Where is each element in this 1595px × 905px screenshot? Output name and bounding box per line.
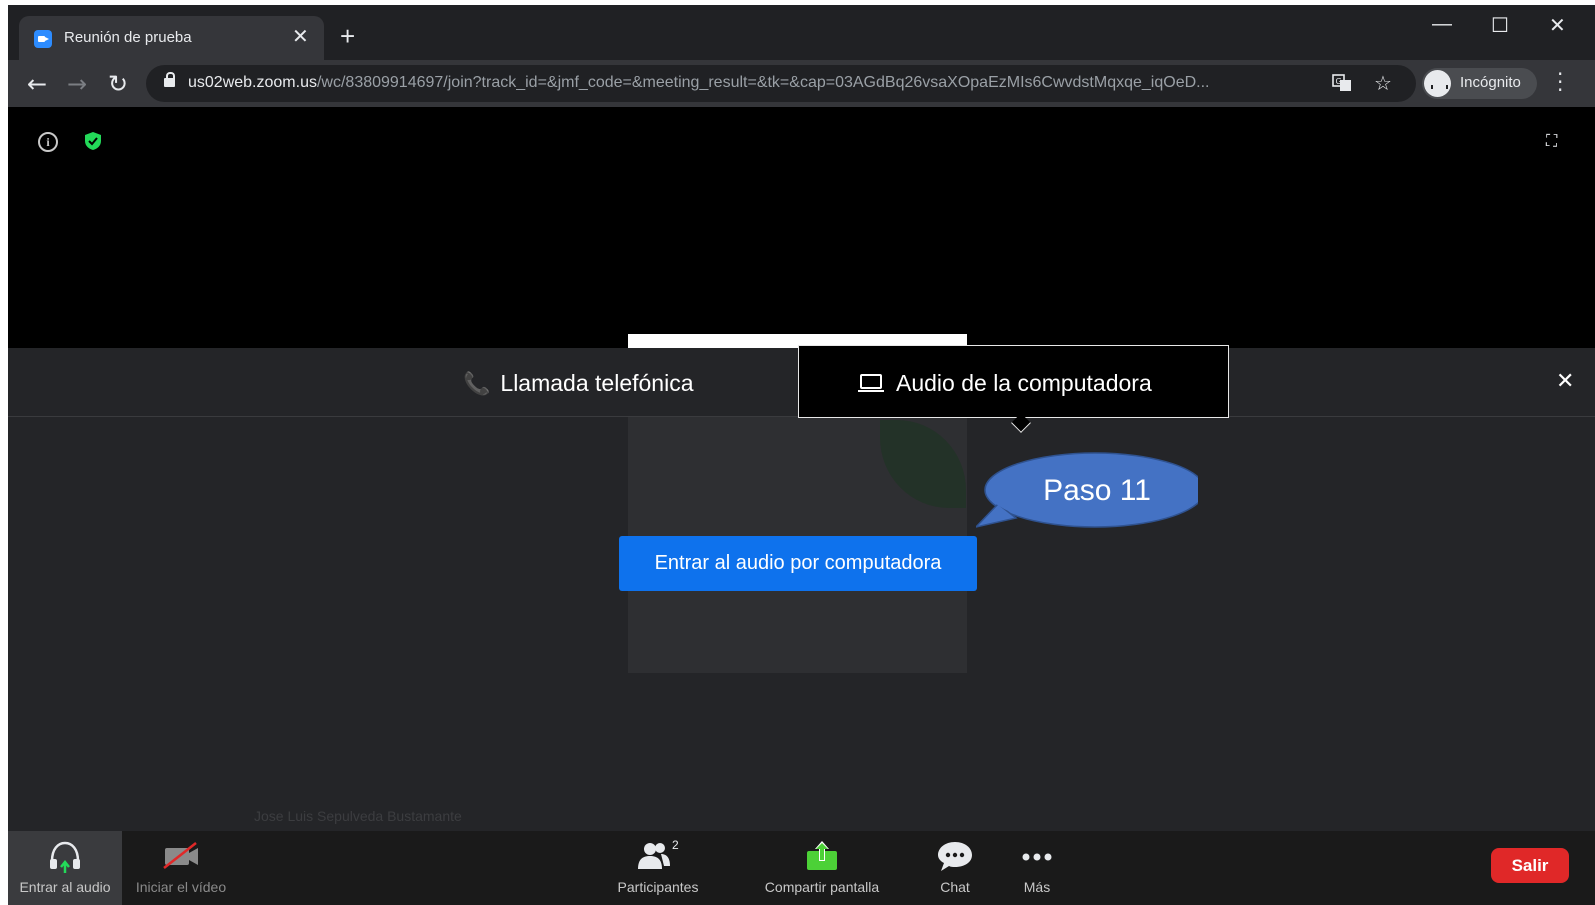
participants-icon: 2 — [633, 838, 683, 876]
more-label: Más — [1023, 879, 1051, 895]
start-video-label: Iniciar el vídeo — [135, 879, 227, 895]
tab-phone-label: Llamada telefónica — [500, 370, 694, 396]
join-audio-panel: 📞 Llamada telefónica Audio de la computad… — [8, 334, 1595, 905]
audio-options-tabs: 📞 Llamada telefónica Audio de la computad… — [8, 345, 1595, 433]
participants-label: Participantes — [617, 879, 699, 895]
tab-close-icon[interactable]: ✕ — [292, 25, 309, 49]
join-computer-audio-button[interactable]: Entrar al audio por computadora — [619, 536, 977, 591]
participants-button[interactable]: 2 Participantes — [606, 831, 710, 905]
browser-toolbar: ← → ↻ us02web.zoom.us/wc/83809914697/joi… — [8, 60, 1595, 107]
reload-icon[interactable]: ↻ — [103, 69, 133, 99]
share-screen-icon — [805, 839, 839, 876]
step-callout: Paso 11 — [976, 452, 1198, 530]
url-path: /wc/83809914697/join?track_id=&jmf_code=… — [316, 74, 1210, 91]
leave-button[interactable]: Salir — [1491, 848, 1569, 883]
tab-computer-label: Audio de la computadora — [896, 370, 1152, 396]
participants-count: 2 — [672, 839, 679, 852]
info-icon[interactable]: i — [38, 132, 58, 152]
url-host: us02web.zoom.us — [188, 74, 317, 91]
tab-computer-audio[interactable]: Audio de la computadora — [798, 345, 1229, 418]
more-icon — [1017, 839, 1057, 876]
browser-menu-icon[interactable]: · · · — [1557, 64, 1563, 100]
chat-icon — [936, 839, 974, 876]
share-screen-label: Compartir pantalla — [764, 879, 880, 895]
star-icon[interactable]: ☆ — [1374, 71, 1392, 95]
logo-leaf-shape — [880, 420, 966, 508]
profile-label: Incógnito — [1460, 74, 1521, 91]
start-video-button[interactable]: Iniciar el vídeo — [126, 831, 236, 905]
more-button[interactable]: Más — [1012, 831, 1062, 905]
laptop-icon — [858, 374, 884, 392]
join-audio-label: Entrar al audio — [19, 879, 111, 895]
address-bar[interactable]: us02web.zoom.us/wc/83809914697/join?trac… — [146, 65, 1416, 102]
video-off-icon — [161, 839, 201, 874]
video-area: i ⛶ — [8, 107, 1595, 348]
url-text[interactable]: us02web.zoom.us/wc/83809914697/join?trac… — [188, 74, 1209, 92]
translate-icon[interactable]: G — [1332, 73, 1352, 98]
close-audio-panel-icon[interactable]: ✕ — [1556, 368, 1574, 394]
meeting-toolbar: Entrar al audio Iniciar el vídeo 2 Parti… — [8, 831, 1595, 905]
share-screen-button[interactable]: Compartir pantalla — [752, 831, 892, 905]
chat-label: Chat — [940, 879, 970, 895]
lock-icon[interactable] — [164, 72, 175, 87]
phone-icon: 📞 — [463, 371, 491, 396]
maximize-button[interactable]: ☐ — [1491, 13, 1509, 38]
new-tab-button[interactable]: + — [340, 23, 355, 49]
svg-text:G: G — [1336, 77, 1342, 86]
tab-strip: Reunión de prueba ✕ + — ☐ ✕ — [8, 5, 1595, 60]
headphones-icon — [48, 839, 82, 878]
browser-window: Reunión de prueba ✕ + — ☐ ✕ ← → ↻ us02we… — [8, 5, 1595, 905]
back-icon[interactable]: ← — [22, 69, 52, 99]
join-audio-button[interactable]: Entrar al audio — [8, 831, 122, 905]
tab-phone-call[interactable]: 📞 Llamada telefónica — [463, 370, 693, 397]
minimize-button[interactable]: — — [1432, 13, 1452, 36]
callout-label: Paso 11 — [1043, 474, 1151, 507]
browser-tab[interactable]: Reunión de prueba ✕ — [19, 16, 324, 60]
forward-icon[interactable]: → — [62, 69, 92, 99]
incognito-icon — [1424, 70, 1451, 97]
zoom-favicon-icon — [34, 30, 52, 48]
fullscreen-icon[interactable]: ⛶ — [1546, 131, 1557, 151]
incognito-badge[interactable]: Incógnito — [1422, 68, 1537, 99]
close-window-button[interactable]: ✕ — [1549, 13, 1566, 38]
participant-name: Jose Luis Sepulveda Bustamante — [254, 808, 462, 824]
tab-title: Reunión de prueba — [64, 29, 192, 46]
chat-button[interactable]: Chat — [930, 831, 980, 905]
shield-icon[interactable] — [84, 131, 102, 155]
